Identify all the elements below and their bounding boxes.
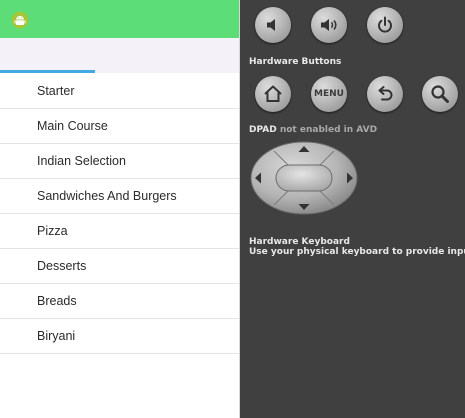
dpad-control[interactable]	[250, 141, 358, 215]
list-item-desserts[interactable]: Desserts	[0, 249, 240, 284]
back-icon	[378, 86, 393, 101]
list-item-indian-selection[interactable]: Indian Selection	[0, 144, 240, 179]
dpad-title: DPAD	[249, 125, 277, 135]
tab-strip[interactable]	[0, 38, 240, 73]
hardware-buttons-heading: Hardware Buttons	[249, 57, 342, 67]
power-button[interactable]	[367, 7, 403, 43]
dpad-status: not enabled in AVD	[279, 125, 378, 135]
list-item-starter[interactable]: Starter	[0, 74, 240, 109]
volume-up-button[interactable]	[311, 7, 347, 43]
list-item-sandwiches-burgers[interactable]: Sandwiches And Burgers	[0, 179, 240, 214]
back-button[interactable]	[367, 76, 403, 112]
volume-up-icon	[321, 19, 337, 31]
menu-button[interactable]: MENU	[311, 76, 347, 112]
home-icon	[264, 85, 282, 102]
power-icon	[378, 16, 392, 33]
menu-list: Starter Main Course Indian Selection San…	[0, 74, 240, 354]
hardware-keyboard-title: Hardware Keyboard	[249, 237, 350, 247]
tab-indicator	[0, 70, 95, 73]
dpad-center-button[interactable]	[275, 164, 333, 192]
volume-down-button[interactable]	[255, 7, 291, 43]
action-bar	[0, 0, 240, 38]
list-item-main-course[interactable]: Main Course	[0, 109, 240, 144]
android-icon[interactable]	[11, 11, 29, 29]
list-item-pizza[interactable]: Pizza	[0, 214, 240, 249]
list-item-biryani[interactable]: Biryani	[0, 319, 240, 354]
hardware-keyboard-info: Hardware Keyboard Use your physical keyb…	[249, 237, 465, 257]
dpad-heading: DPAD not enabled in AVD	[249, 125, 377, 135]
device-screen: Starter Main Course Indian Selection San…	[0, 0, 240, 418]
volume-down-icon	[267, 19, 275, 31]
home-button[interactable]	[255, 76, 291, 112]
search-button[interactable]	[422, 76, 458, 112]
menu-button-label: MENU	[314, 89, 344, 99]
list-item-breads[interactable]: Breads	[0, 284, 240, 319]
search-icon	[431, 85, 449, 103]
hardware-keyboard-description: Use your physical keyboard to provide in…	[249, 247, 465, 257]
emulator-controls: Hardware Buttons MENU DPAD not enabled i…	[240, 0, 465, 418]
